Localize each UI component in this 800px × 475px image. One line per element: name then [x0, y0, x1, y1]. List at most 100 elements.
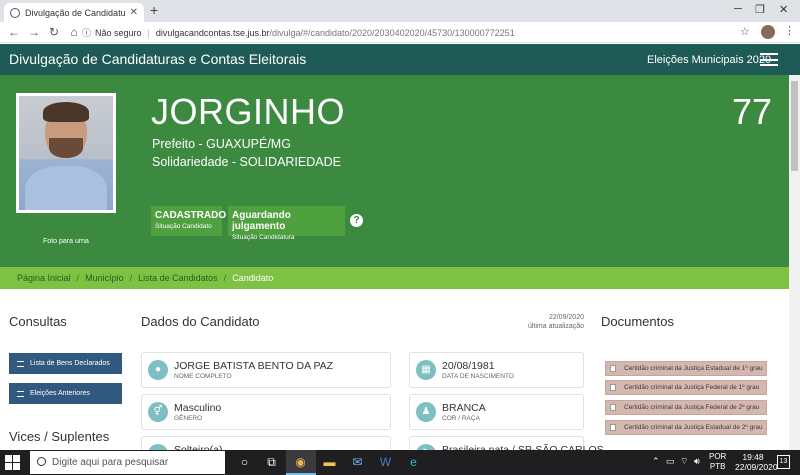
edge-icon[interactable]: e — [404, 453, 423, 472]
new-tab-button[interactable]: + — [150, 2, 158, 18]
close-tab-icon[interactable]: ✕ — [130, 7, 138, 18]
cortana-icon[interactable]: ○ — [235, 453, 254, 472]
browser-menu-icon[interactable]: ⋮ — [784, 24, 795, 37]
tray-chevron-icon[interactable]: ⌃ — [652, 456, 660, 467]
field-value: 20/08/1981 — [442, 360, 495, 372]
notifications-icon[interactable]: 13 — [777, 455, 790, 469]
word-icon[interactable]: W — [376, 453, 395, 472]
search-placeholder: Digite aqui para pesquisar — [52, 457, 169, 468]
breadcrumb-separator: / — [129, 273, 133, 283]
last-update: 22/09/2020 última atualização — [500, 313, 584, 331]
status-label: Situação Candidato — [155, 223, 212, 230]
volume-icon[interactable]: 🔊︎ — [694, 456, 700, 467]
calendar-icon: ▦ — [416, 360, 436, 380]
file-explorer-icon[interactable]: ▬ — [320, 453, 339, 472]
scrollbar-thumb[interactable] — [791, 81, 798, 171]
chrome-icon[interactable]: ◉ — [291, 453, 310, 472]
document-label: Certidão criminal da Justiça Estadual de… — [624, 365, 763, 372]
field-gender: ⚥ Masculino GÊNERO — [141, 394, 391, 430]
status-label: Situação Candidatura — [232, 234, 295, 241]
clock-time: 19:48 — [742, 452, 764, 462]
warning-icon[interactable]: ⓘ — [82, 26, 91, 39]
windows-start-icon[interactable] — [5, 455, 20, 470]
breadcrumb: Página Inicial / Município / Lista de Ca… — [0, 267, 800, 289]
breadcrumb-municipio[interactable]: Município — [85, 273, 124, 283]
document-link[interactable]: Certidão criminal da Justiça Federal de … — [605, 380, 767, 395]
url-separator: | — [147, 27, 150, 38]
status-candidato: CADASTRADO Situação Candidato — [151, 206, 227, 236]
previous-elections-button[interactable]: Eleições Anteriores — [9, 383, 122, 404]
reload-icon[interactable]: ↻ — [44, 25, 64, 39]
mail-icon[interactable]: ✉ — [348, 453, 367, 472]
back-icon[interactable]: ← — [4, 25, 24, 39]
close-window-icon[interactable]: ✕ — [779, 3, 788, 16]
documents-title: Documentos — [601, 314, 674, 329]
status-value: Aguardando julgamento — [232, 210, 291, 232]
restore-icon[interactable]: ❐ — [755, 3, 765, 16]
bookmark-star-icon[interactable]: ☆ — [740, 25, 750, 38]
site-brand[interactable]: Divulgação de Candidaturas e Contas Elei… — [9, 51, 306, 67]
candidate-number: 77 — [732, 91, 773, 132]
candidate-photo — [16, 93, 116, 213]
election-label[interactable]: Eleições Municipais 2020 — [647, 54, 771, 66]
candidate-name: JORGINHO — [151, 91, 346, 132]
field-label: GÊNERO — [174, 415, 203, 422]
hamburger-menu-icon[interactable] — [760, 53, 778, 66]
clock-date: 22/09/2020 — [735, 462, 778, 472]
button-label: Lista de Bens Declarados — [30, 360, 110, 367]
task-view-icon[interactable]: ⧉ — [262, 453, 281, 472]
language-indicator[interactable]: POR PTB — [709, 452, 726, 472]
network-icon[interactable]: ⌔ — [680, 456, 688, 467]
update-date: 22/09/2020 — [548, 314, 584, 321]
document-icon — [610, 384, 616, 391]
photo-caption: Foto para urna — [43, 238, 89, 245]
field-value: JORGE BATISTA BENTO DA PAZ — [174, 360, 334, 372]
document-link[interactable]: Certidão criminal da Justiça Estadual de… — [605, 420, 767, 435]
field-label: COR / RAÇA — [442, 415, 480, 422]
button-label: Eleições Anteriores — [30, 390, 90, 397]
field-label: NOME COMPLETO — [174, 373, 232, 380]
address-bar: ← → ↻ ⌂ ⓘ Não seguro | divulgacandcontas… — [0, 22, 800, 43]
battery-icon[interactable]: ▭ — [666, 456, 675, 467]
main-content: Consultas Lista de Bens Declarados Eleiç… — [0, 289, 800, 472]
person-outline-icon: ♟ — [416, 402, 436, 422]
url-path: /divulga/#/candidato/2020/2030402020/457… — [269, 27, 515, 38]
tab-title: Divulgação de Candidaturas e C — [25, 7, 126, 18]
insecure-label: Não seguro — [95, 27, 142, 38]
forward-icon[interactable]: → — [24, 25, 44, 39]
gender-icon: ⚥ — [148, 402, 168, 422]
help-icon[interactable]: ? — [350, 214, 363, 227]
field-label: DATA DE NASCIMENTO — [442, 373, 514, 380]
profile-avatar[interactable] — [761, 25, 775, 39]
list-icon — [17, 390, 24, 397]
globe-icon — [10, 7, 20, 18]
field-value: Masculino — [174, 402, 222, 414]
assets-list-button[interactable]: Lista de Bens Declarados — [9, 353, 122, 374]
search-icon — [37, 457, 46, 466]
list-icon — [17, 360, 24, 367]
document-link[interactable]: Certidão criminal da Justiça Federal de … — [605, 400, 767, 415]
breadcrumb-current: Candidato — [232, 273, 274, 283]
url-host: divulgacandcontas.tse.jus.br — [155, 27, 270, 38]
person-icon: ● — [148, 360, 168, 380]
windows-taskbar: Digite aqui para pesquisar ○ ⧉ ◉ ▬ ✉ W e… — [0, 450, 800, 475]
lang-code: POR — [709, 452, 727, 461]
vices-title: Vices / Suplentes — [9, 429, 110, 444]
breadcrumb-candidate-list[interactable]: Lista de Candidatos — [138, 273, 218, 283]
clock[interactable]: 19:48 22/09/2020 — [735, 452, 778, 472]
keyboard-layout: PTB — [709, 462, 726, 471]
minimize-icon[interactable]: ─ — [734, 3, 742, 15]
status-value: CADASTRADO — [155, 210, 227, 221]
browser-tab[interactable]: Divulgação de Candidaturas e C ✕ — [4, 3, 144, 22]
breadcrumb-home[interactable]: Página Inicial — [17, 273, 71, 283]
document-link[interactable]: Certidão criminal da Justiça Estadual de… — [605, 361, 767, 376]
taskbar-search[interactable]: Digite aqui para pesquisar — [30, 451, 225, 474]
home-icon[interactable]: ⌂ — [64, 25, 84, 39]
site-header: Divulgação de Candidaturas e Contas Elei… — [0, 44, 800, 75]
page-scrollbar[interactable] — [789, 75, 800, 450]
field-full-name: ● JORGE BATISTA BENTO DA PAZ NOME COMPLE… — [141, 352, 391, 388]
url-field[interactable]: ⓘ Não seguro | divulgacandcontas.tse.jus… — [82, 25, 732, 40]
consultas-title: Consultas — [9, 314, 67, 329]
breadcrumb-separator: / — [223, 273, 227, 283]
document-icon — [610, 404, 616, 411]
